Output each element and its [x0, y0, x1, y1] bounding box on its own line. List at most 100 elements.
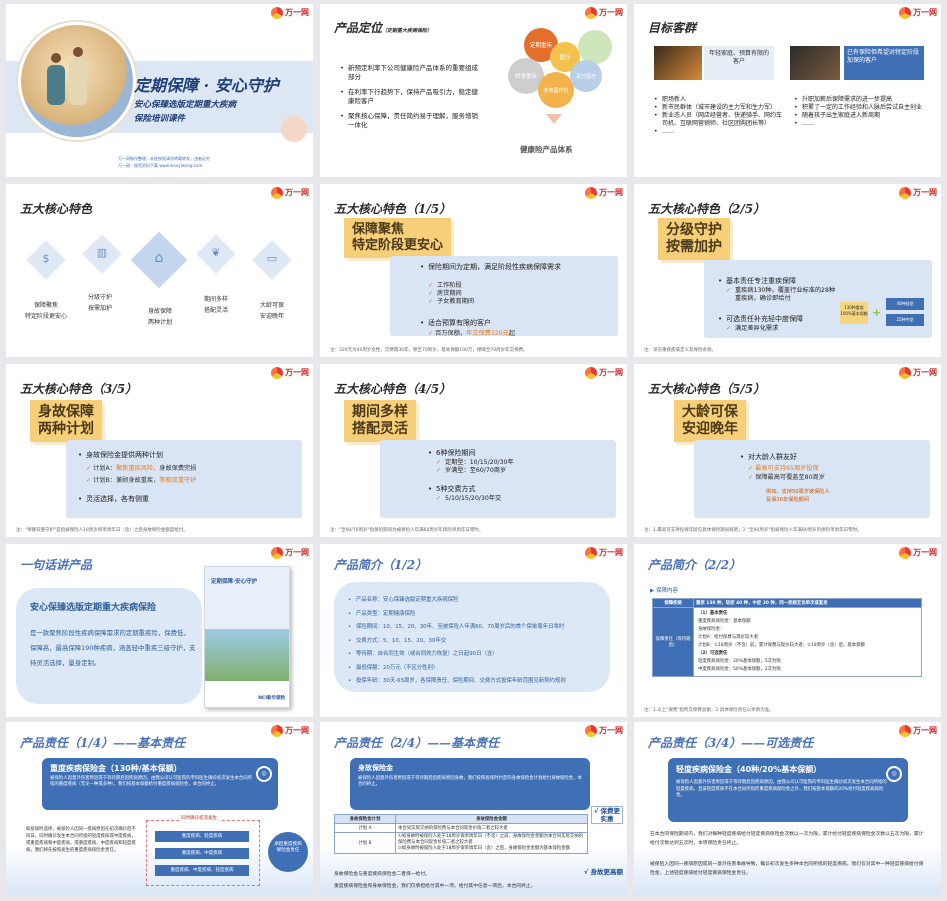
example-note-1: 例如，支持50周岁被保险人	[766, 489, 830, 495]
slide-title: 产品责任（1/4）——基本责任	[20, 736, 186, 750]
logo-text: 万一网	[913, 726, 937, 735]
feature-bullets: 可选责任补充轻中度保障	[718, 314, 803, 324]
logo-icon	[271, 367, 283, 379]
feature-bullets: 基本责任专注重疾保障	[718, 276, 796, 286]
circle-green	[578, 30, 612, 64]
brand-logo: 万一网	[899, 7, 937, 19]
plan-b-prefix: 计划B：兼顾身故重疾，	[93, 477, 160, 484]
bullet: 在利率下行趋势下，保持产品吸引力，稳定健康险客户	[340, 88, 478, 106]
monitor-icon: ▭	[266, 252, 278, 265]
slide-title: 目标客群	[648, 21, 697, 35]
brand-logo: 万一网	[585, 547, 623, 559]
slide-one-sentence[interactable]: 一句话讲产品 安心保臻选版定期重大疾病保险 是一款聚焦阶段性疾病保障需求的定期重…	[6, 544, 313, 717]
feature-bullets: 适合预算有限的客户	[420, 318, 491, 328]
bullet: 基本责任专注重疾保障	[718, 276, 796, 286]
list-item: ……	[794, 120, 929, 128]
sub-bullet-text: 保障最高可覆盖至80周岁	[755, 474, 825, 481]
feature-bullets: 6种保险期间	[428, 448, 475, 458]
product-heading: 安心保臻选版定期重大疾病保险	[30, 603, 157, 613]
slide-cover[interactable]: 定期保障 · 安心守护 安心保臻选版定期重大疾病 保险培训课件 万一网制作整理，…	[6, 4, 313, 177]
row-text: ②如身故时被保险人处于18周岁保单周年日（含）之后，身故保险金金额为基本保险金额	[398, 846, 570, 851]
slide-positioning[interactable]: 产品定位（定期重大疾病保险） 新预定利率下公司健康险产品体系的重要组成部分 在利…	[320, 4, 627, 177]
logo-text: 万一网	[285, 188, 309, 197]
slide-product-intro-2[interactable]: 产品简介（2/2） ▶ 保障内容 保障疾病 重疾 130 种，轻症 40 种，中…	[634, 544, 941, 717]
slide-title: 产品简介（2/2）	[648, 558, 742, 572]
list-item: 新市民群体（城市建设的主力军和生力军）	[654, 104, 784, 112]
feature-bullets: 5种交费方式	[428, 484, 475, 494]
intro-item: 最低保额：20万元（不区分性别）	[348, 662, 604, 676]
cover-subtitle-2: 保险培训课件	[134, 114, 186, 124]
list-item: 职场新人	[654, 96, 784, 104]
list-item: ……	[654, 128, 784, 136]
list-young: 职场新人 新市民群体（城市建设的主力军和生力军） 新业态人员（网店经营者、快递骑…	[654, 96, 784, 136]
slide-feature-4[interactable]: 五大核心特色（4/5） 期间多样 搭配灵活 6种保险期间 定期型：10/15/2…	[320, 364, 627, 537]
money-bag-icon: $	[42, 252, 50, 265]
table-header-label: 保障疾病	[652, 598, 694, 608]
sub-bullet: 子女教育期间	[428, 298, 474, 306]
logo-icon	[899, 7, 911, 19]
para-1: 在本合同保险期间内，我们对每种轻度疾病给付轻度疾病保险金次数以一次为限，累计给付…	[650, 832, 924, 846]
intro-item: 等待期：自合同生效（或合同效力恢复）之日起90日（含）	[348, 648, 604, 662]
brochure-image: 定期保障·安心守护 NCI新华保险	[204, 566, 290, 708]
slide-five-features[interactable]: 五大核心特色 $ ▥ ⌂ ❦ ▭ 保障聚焦 特定阶段更安心 分级守护 按需加护 …	[6, 184, 313, 357]
slide-product-intro-1[interactable]: 产品简介（1/2） 产品名称：安心保臻选版定期重大疾病保险 产品类型：定期健康保…	[320, 544, 627, 717]
table-rows: （1）基本责任 重度疾病保险金：基本保额 身故保险金： 计划A：给付保费与现价较…	[693, 607, 922, 677]
brand-logo: 万一网	[271, 725, 309, 737]
family-photo	[18, 22, 136, 140]
logo-text: 万一网	[913, 548, 937, 557]
table-row: （1）基本责任	[698, 611, 728, 616]
slide-feature-3[interactable]: 五大核心特色（3/5） 身故保障 两种计划 身故保险金提供两种计划 ✓ 计划A：…	[6, 364, 313, 537]
sub-bullets: 重疾病130种，覆盖行业标准的28种重疾病，确诊即给付	[726, 287, 836, 303]
logo-text: 万一网	[285, 726, 309, 735]
system-caption: 健康险产品体系	[520, 145, 573, 154]
flow-item: 重度疾病、轻度疾病	[155, 831, 249, 842]
brand-logo: 万一网	[585, 187, 623, 199]
slide-liability-3[interactable]: 产品责任（3/4）——可选责任 轻度疾病保险金（40种/20%基本保额） 被保险…	[634, 722, 941, 896]
footnote: 注：320元为40周岁女性，交费期30年，保至70周岁，基本保额100万，保障至…	[330, 348, 528, 353]
intro-item: 产品类型：定期健康保险	[348, 608, 604, 622]
brand-logo: 万一网	[899, 187, 937, 199]
feature-label: 大龄可保 安迎晚年	[259, 302, 284, 320]
logo-icon	[271, 725, 283, 737]
sub-bullet: ✓ 最高可支持65周岁投保	[748, 465, 819, 472]
table-row: 身故保险金：	[698, 627, 725, 632]
logo-icon	[899, 187, 911, 199]
logo-text: 万一网	[913, 368, 937, 377]
bullet: 身故保险金提供两种计划	[78, 450, 163, 460]
brand-logo: 万一网	[271, 7, 309, 19]
logo-text: 万一网	[285, 548, 309, 557]
logo-icon	[271, 7, 283, 19]
slide-target-clients[interactable]: 目标客群 年轻家庭、预算有限的客户 已有保险但希望对特定阶段加保的客户 职场新人…	[634, 4, 941, 177]
liability-box: 身故保险金 被保险人因意外伤害原因或于等待期后因疾病原因身故，我们按照投保时约定…	[350, 758, 590, 810]
plan-b: ✓ 计划B：兼顾身故重疾，等额双重守护	[86, 477, 197, 484]
flow-top: 同时确诊初次发生	[179, 815, 219, 821]
logo-icon	[899, 725, 911, 737]
logo-text: 万一网	[599, 8, 623, 17]
table-row: 轻度疾病保险金：20%基本保额，5次为限	[698, 659, 781, 664]
liability-box: 轻度疾病保险金（40种/20%基本保额） 被保险人因意外伤害原因或于等待期后因疾…	[668, 758, 908, 822]
bullet: 5种交费方式	[428, 484, 475, 494]
slide-feature-1[interactable]: 五大核心特色（1/5） 保障聚焦 特定阶段更安心 保险期间为定期，满足阶段性疾病…	[320, 184, 627, 357]
product-circles: 定期重疾 终身重疾 医疗 各类医疗险 百万医疗	[488, 20, 618, 140]
slide-liability-1[interactable]: 产品责任（1/4）——基本责任 重度疾病保险金（130种/基本保额） 被保险人因…	[6, 722, 313, 896]
target-icon: ◎	[886, 766, 902, 782]
slide-title: 产品定位（定期重大疾病保险）	[334, 19, 432, 36]
table-row: 计划B：①18周岁（不含）前，累计保费与现价较大者；②18周岁（含）后，基本保额	[698, 643, 865, 648]
sub-bullets: 5/10/15/20/30年交	[436, 495, 501, 503]
slide-title: 五大核心特色（4/5）	[334, 382, 452, 396]
slide-feature-5[interactable]: 五大核心特色（5/5） 大龄可保 安迎晚年 对大龄人群友好 ✓ 最高可支持65周…	[634, 364, 941, 537]
slide-feature-2[interactable]: 五大核心特色（2/5） 分级守护 按需加护 基本责任专注重疾保障 重疾病130种…	[634, 184, 941, 357]
plan-a: ✓ 计划A：聚焦重疾风险，身故保费完损	[86, 465, 197, 472]
slide-liability-2[interactable]: 产品责任（2/4）——基本责任 身故保险金 被保险人因意外伤害原因或于等待期后因…	[320, 722, 627, 896]
feature-bullets: 灵活选择，各有侧重	[78, 494, 149, 504]
card-young: 年轻家庭、预算有限的客户	[704, 46, 774, 80]
arrow-down-icon	[546, 114, 562, 124]
table-row: 重度疾病保险金：基本保额	[698, 619, 751, 624]
bullet: 灵活选择，各有侧重	[78, 494, 149, 504]
brand-logo: 万一网	[899, 725, 937, 737]
plan-a-suffix: 身故保费完损	[159, 465, 197, 472]
list-item: 新业态人员（网店经营者、快递骑手、网约车司机、互联网营销师、社区团购团长等）	[654, 112, 784, 128]
sub-bullets: 工作阶段 房贷期间 子女教育期间	[428, 282, 474, 306]
plan-a-highlight: 聚焦重疾风险，	[115, 465, 160, 472]
slide-title: 五大核心特色	[20, 202, 93, 216]
